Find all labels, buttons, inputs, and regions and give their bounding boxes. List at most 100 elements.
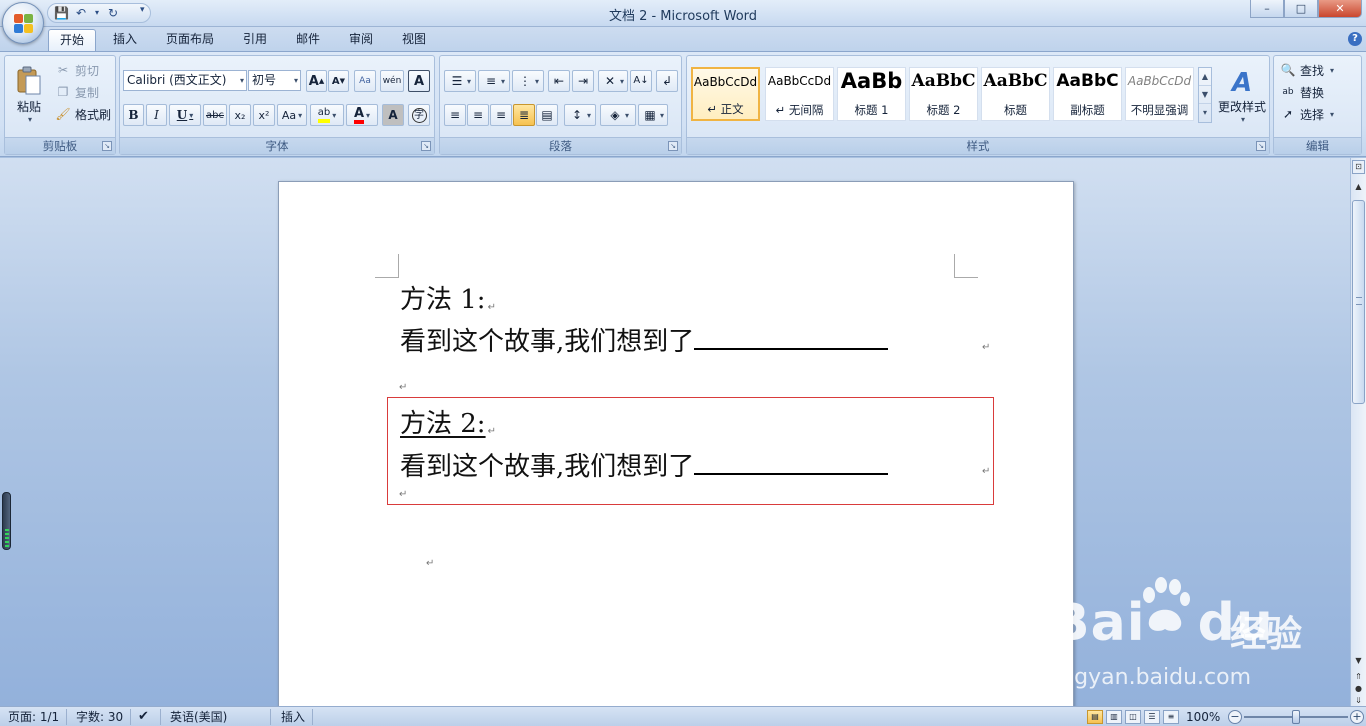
method-2-title[interactable]: 方法 2: ↵ — [400, 408, 496, 448]
proofing-icon[interactable]: ✔ — [138, 709, 149, 725]
document-page[interactable]: 方法 1: ↵ 看到这个故事,我们想到了 ↵ ↵ 方法 2: ↵ 看到这个故事,我们… — [278, 181, 1074, 706]
tab-insert[interactable]: 插入 — [104, 29, 146, 51]
decrease-indent-button[interactable]: ⇤ — [548, 70, 570, 92]
grow-font-button[interactable]: A ▲ — [306, 70, 327, 92]
superscript-button[interactable]: x² — [253, 104, 275, 126]
find-button[interactable]: 🔍 查找 ▾ — [1280, 60, 1335, 80]
replace-button[interactable]: ab 替换 — [1280, 82, 1324, 102]
full-screen-reading-button[interactable]: ▥ — [1106, 710, 1122, 724]
char-border-button[interactable]: A — [408, 70, 430, 92]
underline-button[interactable]: U ▾ — [169, 104, 201, 126]
method-1-title[interactable]: 方法 1: ↵ — [400, 284, 496, 324]
align-center-button[interactable]: ≡ — [467, 104, 489, 126]
numbering-button[interactable]: ≡ ▾ — [478, 70, 510, 92]
change-styles-button[interactable]: A 更改样式 ▾ — [1215, 62, 1269, 130]
style-normal[interactable]: AaBbCcDd ↵ 正文 — [691, 67, 760, 121]
tab-references[interactable]: 引用 — [234, 29, 276, 51]
chevron-down-icon: ▾ — [239, 76, 244, 85]
show-marks-button[interactable]: ↲ — [656, 70, 678, 92]
zoom-slider-thumb[interactable] — [1292, 710, 1300, 724]
zoom-in-icon[interactable]: + — [1350, 710, 1364, 724]
char-shading-button[interactable]: A — [382, 104, 404, 126]
outline-view-button[interactable]: ☰ — [1144, 710, 1160, 724]
close-button[interactable]: ✕ — [1318, 0, 1362, 18]
gallery-up-icon[interactable]: ▲ — [1199, 68, 1211, 86]
font-size-combo[interactable]: 初号 ▾ — [248, 70, 301, 91]
italic-button[interactable]: I — [146, 104, 167, 126]
font-launcher-icon[interactable]: ↘ — [421, 141, 431, 151]
increase-indent-button[interactable]: ⇥ — [572, 70, 594, 92]
reading-icon: ▥ — [1110, 712, 1118, 721]
tab-review[interactable]: 审阅 — [340, 29, 382, 51]
paste-button[interactable]: 粘贴 ▾ — [9, 60, 49, 130]
copy-button[interactable]: ❐ 复制 — [55, 82, 99, 102]
select-button[interactable]: ➚ 选择 ▾ — [1280, 104, 1334, 124]
maximize-button[interactable]: □ — [1284, 0, 1318, 18]
align-left-button[interactable]: ≡ — [444, 104, 466, 126]
tab-page-layout[interactable]: 页面布局 — [158, 29, 222, 51]
indent-icon: ⇥ — [577, 74, 589, 88]
multilevel-list-button[interactable]: ⋮ ▾ — [512, 70, 544, 92]
font-name-combo[interactable]: Calibri (西文正文) ▾ — [123, 70, 247, 91]
tab-home[interactable]: 开始 — [48, 29, 96, 51]
ruler-toggle-icon[interactable]: ⊡ — [1352, 160, 1365, 174]
style-heading-2[interactable]: AaBbC 标题 2 — [909, 67, 978, 121]
clear-format-button[interactable]: Aa — [354, 70, 376, 92]
phonetic-guide-button[interactable]: wén — [380, 70, 404, 92]
gallery-down-icon[interactable]: ▼ — [1199, 86, 1211, 104]
scroll-thumb[interactable] — [1352, 200, 1365, 404]
align-right-button[interactable]: ≡ — [490, 104, 512, 126]
word-count[interactable]: 字数: 30 — [76, 709, 123, 725]
enclose-char-button[interactable]: 字 — [408, 104, 430, 126]
style-subtle-emphasis[interactable]: AaBbCcDd 不明显强调 — [1125, 67, 1194, 121]
bold-button[interactable]: B — [123, 104, 144, 126]
method-1-body[interactable]: 看到这个故事,我们想到了 — [400, 324, 889, 358]
styles-launcher-icon[interactable]: ↘ — [1256, 141, 1266, 151]
help-icon[interactable]: ? — [1348, 32, 1362, 46]
style-title[interactable]: AaBbC 标题 — [981, 67, 1050, 121]
borders-button[interactable]: ▦ ▾ — [638, 104, 668, 126]
cut-button[interactable]: ✂ 剪切 — [55, 60, 99, 80]
web-layout-button[interactable]: ◫ — [1125, 710, 1141, 724]
style-heading-1[interactable]: AaBb 标题 1 — [837, 67, 906, 121]
gallery-more-icon[interactable]: ▾ — [1199, 104, 1211, 122]
page-count[interactable]: 页面: 1/1 — [8, 709, 59, 725]
scroll-down-icon[interactable]: ▼ — [1352, 654, 1365, 668]
strikethrough-button[interactable]: abc — [203, 104, 227, 126]
sort-button[interactable]: A↓ — [630, 70, 652, 92]
bullets-button[interactable]: ☰ ▾ — [444, 70, 476, 92]
document-area: 方法 1: ↵ 看到这个故事,我们想到了 ↵ ↵ 方法 2: ↵ 看到这个故事,我们… — [0, 158, 1350, 706]
clipboard-launcher-icon[interactable]: ↘ — [102, 141, 112, 151]
minimize-button[interactable]: – — [1250, 0, 1284, 18]
shrink-font-button[interactable]: A ▼ — [328, 70, 349, 92]
print-layout-view-button[interactable]: ▤ — [1087, 710, 1103, 724]
tab-view[interactable]: 视图 — [393, 29, 435, 51]
vertical-scrollbar[interactable]: ⊡ ▲ ▼ ⇑ ● ⇓ — [1350, 158, 1366, 706]
line-spacing-button[interactable]: ↕ ▾ — [564, 104, 596, 126]
scroll-up-icon[interactable]: ▲ — [1352, 180, 1365, 194]
chinese-layout-button[interactable]: ✕ ▾ — [598, 70, 628, 92]
side-handle[interactable] — [2, 492, 11, 550]
distributed-button[interactable]: ▤ — [536, 104, 558, 126]
shading-button[interactable]: ◈ ▾ — [600, 104, 636, 126]
style-no-spacing[interactable]: AaBbCcDd ↵ 无间隔 — [765, 67, 834, 121]
paragraph-launcher-icon[interactable]: ↘ — [668, 141, 678, 151]
zoom-out-icon[interactable]: − — [1228, 710, 1242, 724]
language-indicator[interactable]: 英语(美国) — [170, 709, 227, 725]
highlight-button[interactable]: ab ▾ — [310, 104, 344, 126]
tab-mailings[interactable]: 邮件 — [287, 29, 329, 51]
method-2-title-text: 方法 2: — [400, 409, 486, 439]
styles-gallery-scroll[interactable]: ▲ ▼ ▾ — [1198, 67, 1212, 123]
change-case-button[interactable]: Aa ▾ — [277, 104, 307, 126]
format-painter-button[interactable]: 🖌 格式刷 — [55, 104, 111, 124]
font-color-button[interactable]: A ▾ — [346, 104, 378, 126]
style-subtitle[interactable]: AaBbC 副标题 — [1053, 67, 1122, 121]
method-1-title-text: 方法 1: — [400, 285, 486, 315]
office-button[interactable] — [2, 2, 44, 44]
insert-mode-indicator[interactable]: 插入 — [281, 709, 305, 725]
zoom-level[interactable]: 100% — [1186, 709, 1220, 725]
draft-view-button[interactable]: ≡ — [1163, 710, 1179, 724]
subscript-button[interactable]: x₂ — [229, 104, 251, 126]
method-2-body[interactable]: 看到这个故事,我们想到了 — [400, 449, 889, 483]
justify-button[interactable]: ≣ — [513, 104, 535, 126]
